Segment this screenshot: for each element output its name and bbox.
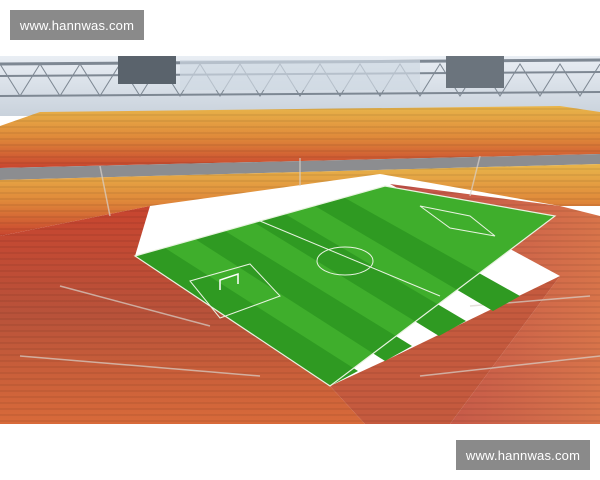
roof-opening: [180, 60, 420, 90]
stadium-photo: [0, 56, 600, 424]
scoreboard-right: [446, 56, 504, 88]
watermark-bottom: www.hannwas.com: [456, 440, 590, 470]
watermark-top: www.hannwas.com: [10, 10, 144, 40]
scoreboard-left: [118, 56, 176, 84]
